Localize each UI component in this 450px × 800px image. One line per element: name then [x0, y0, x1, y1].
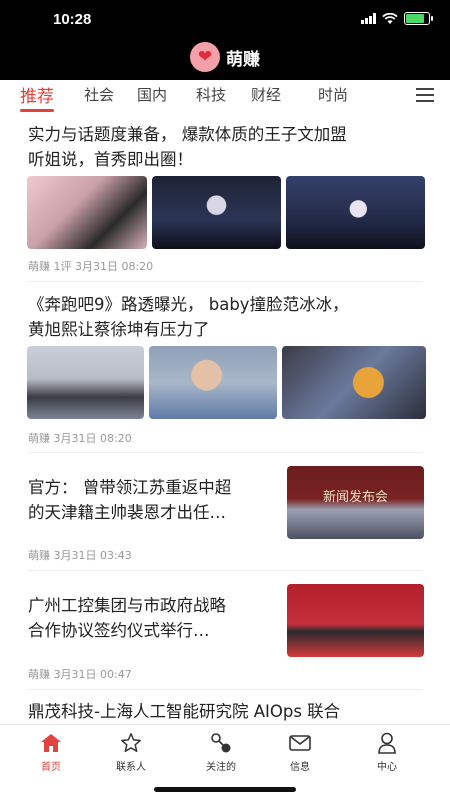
article-meta: 萌赚 3月31日 08:20 [28, 432, 132, 445]
divider [28, 452, 422, 453]
article-image [286, 176, 425, 249]
article-images [27, 176, 425, 249]
wifi-icon [382, 12, 398, 24]
tab-tech[interactable]: 科技 [196, 84, 226, 105]
menu-icon[interactable] [416, 88, 434, 102]
active-tab-indicator [20, 109, 54, 112]
article-meta: 萌赚 1评 3月31日 08:20 [28, 260, 154, 273]
tab-fashion[interactable]: 时尚 [318, 84, 348, 105]
article-meta: 萌赚 3月31日 00:47 [28, 668, 132, 681]
article-title: 《奔跑吧9》路透曝光， baby撞脸范冰冰， 黄旭熙让蔡徐坤有压力了 [28, 295, 349, 339]
divider [28, 281, 422, 282]
article-image [149, 346, 277, 419]
article-title: 实力与话题度兼备， 爆款体质的王子文加盟 听姐说，首秀即出圈！ [28, 125, 347, 169]
signal-icon [361, 13, 376, 24]
divider [28, 689, 422, 690]
article-image [282, 346, 426, 419]
nav-home[interactable]: 首页 [21, 731, 81, 773]
category-tabs: 推荐 社会 国内 科技 财经 时尚 [0, 80, 450, 112]
network-icon [211, 733, 231, 753]
article-meta: 萌赚 3月31日 03:43 [28, 549, 132, 562]
star-icon [121, 733, 141, 752]
app-brand: ❤ 萌赚 [0, 42, 450, 72]
status-time: 10:28 [53, 11, 92, 28]
article-image [152, 176, 281, 249]
article-title: 广州工控集团与市政府战略 合作协议签约仪式举行… [28, 596, 226, 640]
article-title: 鼎茂科技-上海人工智能研究院 AIOps 联合 [28, 702, 341, 721]
home-icon [41, 734, 61, 752]
app-name: 萌赚 [226, 49, 260, 70]
tab-finance[interactable]: 财经 [251, 84, 281, 105]
nav-messages[interactable]: 信息 [270, 731, 330, 773]
article-image [27, 346, 144, 419]
top-bar: 10:28 ❤ 萌赚 [0, 0, 450, 80]
mail-icon [289, 735, 311, 751]
user-icon [378, 732, 396, 754]
nav-contacts[interactable]: 联系人 [101, 731, 161, 773]
bottom-nav: 首页 联系人 关注的 信息 中心 [0, 724, 450, 800]
heart-logo-icon: ❤ [190, 42, 220, 72]
tab-recommend[interactable]: 推荐 [20, 82, 54, 107]
tab-society[interactable]: 社会 [84, 84, 114, 105]
status-icons [361, 12, 433, 25]
thumbnail-caption: 新闻发布会 [322, 490, 388, 505]
article-title: 官方： 曾带领江苏重返中超 的天津籍主帅裴恩才出任… [28, 478, 232, 522]
home-indicator[interactable] [154, 787, 296, 792]
article-thumbnail [287, 584, 424, 657]
nav-profile[interactable]: 中心 [357, 731, 417, 773]
divider [28, 570, 422, 571]
article-images [27, 346, 426, 419]
battery-icon [404, 12, 433, 25]
article-image [27, 176, 147, 249]
nav-following[interactable]: 关注的 [191, 731, 251, 773]
article-thumbnail: 新闻发布会 [287, 466, 424, 539]
tab-domestic[interactable]: 国内 [137, 84, 167, 105]
